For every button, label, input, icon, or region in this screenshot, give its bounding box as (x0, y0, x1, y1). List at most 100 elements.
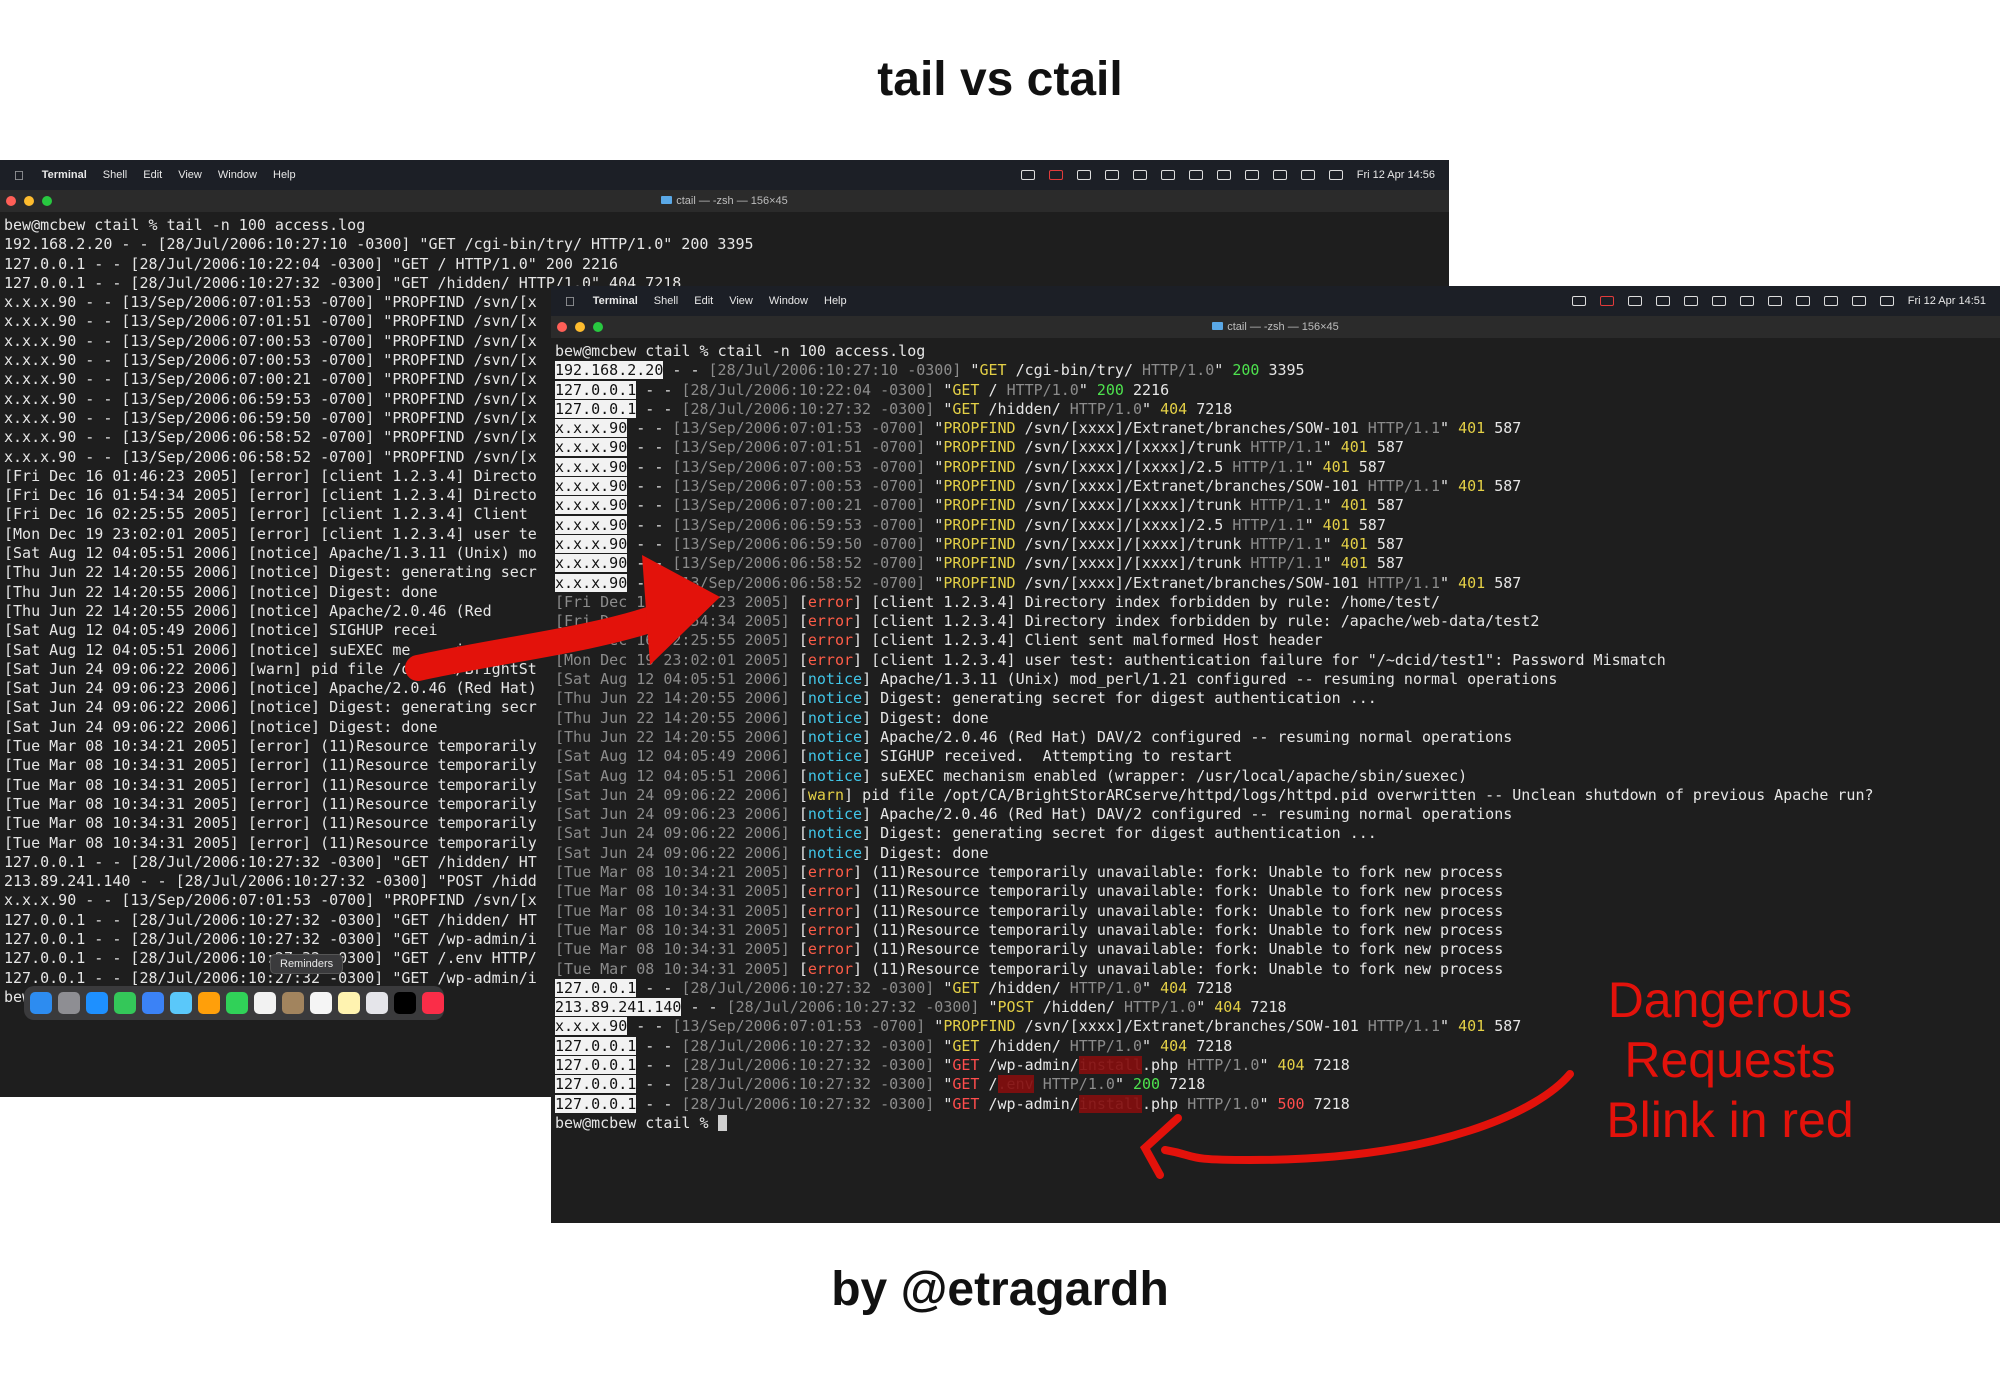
log-token: [ (789, 824, 808, 843)
menu-help[interactable]: Help (273, 169, 296, 181)
log-token (1016, 554, 1025, 572)
link-icon[interactable] (1599, 296, 1614, 306)
log-token (979, 1056, 988, 1074)
menu-terminal[interactable]: Terminal (593, 295, 638, 307)
wifi-icon[interactable] (1272, 170, 1287, 180)
screen-share-icon[interactable] (1160, 170, 1175, 180)
safari-icon[interactable] (86, 992, 108, 1014)
menu-help[interactable]: Help (824, 295, 847, 307)
menu-shell[interactable]: Shell (103, 169, 127, 181)
log-ip: 127.0.0.1 (555, 399, 637, 418)
menubar-clock[interactable]: Fri 12 Apr 14:51 (1908, 295, 1986, 307)
log-line: x.x.x.90 - - [13/Sep/2006:06:59:53 -0700… (555, 515, 1996, 535)
log-date: [Sat Aug 12 04:05:51 2006] (555, 670, 790, 689)
battery-icon[interactable] (1244, 170, 1259, 180)
log-protocol: HTTP/1.1 (1367, 419, 1441, 438)
log-protocol: HTTP/1.1 (1250, 534, 1323, 553)
screen-record-icon[interactable] (1020, 170, 1035, 180)
log-date: [Fri Dec 16 01:46:23 2005] (555, 592, 790, 611)
screen-share-icon[interactable] (1711, 296, 1726, 306)
log-line: x.x.x.90 - - [13/Sep/2006:06:58:52 -0700… (555, 554, 1996, 573)
wifi-icon[interactable] (1823, 296, 1838, 306)
menu-edit[interactable]: Edit (143, 169, 162, 181)
log-date: [Sat Aug 12 04:05:49 2006] (555, 747, 790, 766)
cloud-icon[interactable] (1627, 296, 1642, 306)
freeform-icon[interactable] (366, 992, 388, 1014)
log-token (979, 1095, 988, 1113)
log-token (1359, 477, 1368, 495)
zoom-button[interactable] (42, 196, 52, 206)
apple-menu-icon[interactable]:  (565, 294, 575, 309)
cloud-icon[interactable] (1076, 170, 1091, 180)
search-icon[interactable] (1851, 296, 1866, 306)
control-center-icon[interactable] (1879, 296, 1894, 306)
log-token (1016, 419, 1025, 437)
link-icon[interactable] (1048, 170, 1063, 180)
music-icon[interactable] (422, 992, 444, 1014)
window-titlebar[interactable]: ctail — -zsh — 156×45 (551, 316, 2000, 338)
log-text: [Fri Dec 16 02:25:55 2005] [error] [clie… (4, 505, 528, 524)
clipboard-icon[interactable] (1104, 170, 1119, 180)
screen-record-icon[interactable] (1571, 296, 1586, 306)
folder-icon (661, 196, 673, 204)
minimize-button[interactable] (24, 196, 34, 206)
clipboard-icon[interactable] (1655, 296, 1670, 306)
menu-terminal[interactable]: Terminal (42, 169, 87, 181)
menu-edit[interactable]: Edit (694, 295, 713, 307)
close-button[interactable] (557, 322, 567, 332)
menu-window[interactable]: Window (218, 169, 257, 181)
contacts-icon[interactable] (282, 992, 304, 1014)
menu-view[interactable]: View (729, 295, 753, 307)
menu-window[interactable]: Window (769, 295, 808, 307)
keyboard-icon[interactable] (1739, 296, 1754, 306)
log-token: " (961, 361, 980, 380)
messages-icon[interactable] (114, 992, 136, 1014)
log-text: [Tue Mar 08 10:34:31 2005] [error] (11)R… (4, 775, 537, 794)
log-date: [28/Jul/2006:10:27:32 -0300] (726, 998, 980, 1017)
log-date: [Thu Jun 22 14:20:55 2006] (555, 689, 790, 708)
finder-icon[interactable] (30, 992, 52, 1014)
log-method: GET (979, 361, 1007, 380)
log-method: PROPFIND (943, 534, 1016, 553)
zoom-button[interactable] (593, 322, 603, 332)
play-icon[interactable] (1216, 170, 1231, 180)
apple-tv-icon[interactable] (394, 992, 416, 1014)
log-size: 7218 (1187, 1036, 1233, 1055)
log-line: [Thu Jun 22 14:20:55 2006] [notice] Apac… (555, 728, 1996, 747)
log-path: /hidden/ (988, 1036, 1061, 1055)
calendar-icon[interactable] (254, 992, 276, 1014)
log-token: " (1142, 399, 1161, 418)
log-path: /svn/[xxxx]/Extranet/branches/SOW-101 (1024, 419, 1359, 438)
minimize-button[interactable] (575, 322, 585, 332)
mail-icon[interactable] (142, 992, 164, 1014)
log-token: - - (636, 399, 682, 418)
menu-shell[interactable]: Shell (654, 295, 678, 307)
photos-icon[interactable] (198, 992, 220, 1014)
menubar-clock[interactable]: Fri 12 Apr 14:56 (1357, 169, 1435, 181)
display-icon[interactable] (1132, 170, 1147, 180)
log-size: 587 (1485, 419, 1522, 438)
battery-icon[interactable] (1795, 296, 1810, 306)
log-text: [Tue Mar 08 10:34:31 2005] [error] (11)R… (4, 756, 537, 775)
window-titlebar[interactable]: ctail — -zsh — 156×45 (0, 190, 1449, 212)
notes-icon[interactable] (338, 992, 360, 1014)
log-ip: x.x.x.90 (555, 554, 628, 573)
log-token (1359, 419, 1368, 437)
launchpad-icon[interactable] (58, 992, 80, 1014)
search-icon[interactable] (1300, 170, 1315, 180)
log-status: 404 (1214, 998, 1242, 1017)
close-button[interactable] (6, 196, 16, 206)
maps-icon[interactable] (170, 992, 192, 1014)
log-text: x.x.x.90 - - [13/Sep/2006:06:58:52 -0700… (4, 447, 537, 466)
log-token: - - (681, 998, 727, 1017)
keyboard-icon[interactable] (1188, 170, 1203, 180)
menu-view[interactable]: View (178, 169, 202, 181)
reminders-icon[interactable] (310, 992, 332, 1014)
facetime-icon[interactable] (226, 992, 248, 1014)
play-icon[interactable] (1767, 296, 1782, 306)
display-icon[interactable] (1683, 296, 1698, 306)
apple-menu-icon[interactable]:  (14, 168, 24, 183)
log-text: [Sat Aug 12 04:05:51 2006] [notice] Apac… (4, 544, 537, 563)
log-date: [Sat Aug 12 04:05:51 2006] (555, 766, 790, 785)
control-center-icon[interactable] (1328, 170, 1343, 180)
